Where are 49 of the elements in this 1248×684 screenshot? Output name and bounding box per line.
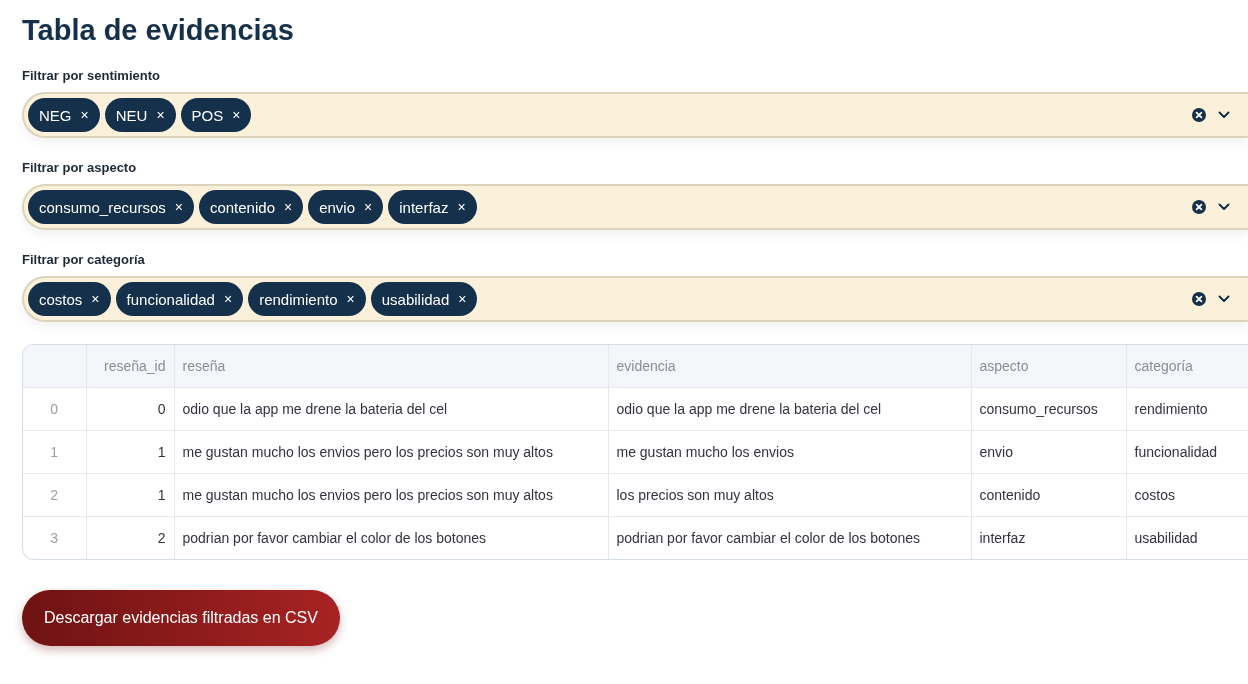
table-cell: consumo_recursos xyxy=(979,401,1098,417)
table-cell: me gustan mucho los envios pero los precios son muy altos xyxy=(182,487,553,503)
filter-chip[interactable]: usabilidad × xyxy=(370,282,478,316)
table-cell: 2 xyxy=(157,530,166,546)
page-title: Tabla de evidencias xyxy=(22,13,295,48)
row-index: 2 xyxy=(50,487,59,503)
multiselect-field[interactable]: NEG × NEU × POS × xyxy=(22,92,1248,138)
filter-chip[interactable]: funcionalidad × xyxy=(115,282,244,316)
table-cell: me gustan mucho los envios pero los precios son muy altos xyxy=(182,444,553,460)
table-cell: los precios son muy altos xyxy=(616,487,774,503)
filter-chip[interactable]: costos × xyxy=(28,282,111,316)
chevron-down-icon[interactable] xyxy=(1218,203,1230,211)
filter-chip[interactable]: contenido × xyxy=(198,190,304,224)
multiselect-field[interactable]: costos × funcionalidad × rendimiento × usabilidad × xyxy=(22,276,1248,322)
filter-chip[interactable]: POS × xyxy=(180,98,252,132)
table-cell: odio que la app me drene la bateria del cel xyxy=(182,401,448,417)
multiselect-field[interactable]: consumo_recursos × contenido × envio × interfaz × xyxy=(22,184,1248,230)
filter-chip[interactable]: consumo_recursos × xyxy=(28,190,194,224)
table-cell: 1 xyxy=(157,487,166,503)
table-cell: 1 xyxy=(157,444,166,460)
filter-chip[interactable]: rendimiento × xyxy=(248,282,366,316)
table-cell: contenido xyxy=(979,487,1041,503)
table-cell: interfaz xyxy=(979,530,1026,546)
filter-chip[interactable]: NEU × xyxy=(104,98,176,132)
row-index: 0 xyxy=(50,401,59,417)
row-index: 1 xyxy=(50,444,59,460)
filter-label: Filtrar por sentimiento xyxy=(22,68,161,83)
clear-icon[interactable] xyxy=(1192,200,1206,214)
table-cell: podrian por favor cambiar el color de los botones xyxy=(616,530,920,546)
table-cell: me gustan mucho los envios xyxy=(616,444,794,460)
clear-icon[interactable] xyxy=(1192,292,1206,306)
table-cell: funcionalidad xyxy=(1134,444,1217,460)
clear-icon[interactable] xyxy=(1192,108,1206,122)
download-button[interactable]: Descargar evidencias filtradas en CSV xyxy=(22,590,340,646)
table-cell: odio que la app me drene la bateria del cel xyxy=(616,401,882,417)
filter-label: Filtrar por aspecto xyxy=(22,160,138,175)
filter-chip[interactable]: interfaz × xyxy=(388,190,477,224)
table-cell: rendimiento xyxy=(1134,401,1208,417)
row-index: 3 xyxy=(50,530,59,546)
filter-chip[interactable]: NEG × xyxy=(28,98,100,132)
table-cell: usabilidad xyxy=(1134,530,1198,546)
table-cell: costos xyxy=(1134,487,1175,503)
table-cell: podrian por favor cambiar el color de los botones xyxy=(182,530,486,546)
chevron-down-icon[interactable] xyxy=(1218,111,1230,119)
table-cell: envio xyxy=(979,444,1013,460)
table-cell: 0 xyxy=(157,401,166,417)
filter-chip[interactable]: envio × xyxy=(308,190,384,224)
chevron-down-icon[interactable] xyxy=(1218,295,1230,303)
filter-label: Filtrar por categoría xyxy=(22,252,146,267)
